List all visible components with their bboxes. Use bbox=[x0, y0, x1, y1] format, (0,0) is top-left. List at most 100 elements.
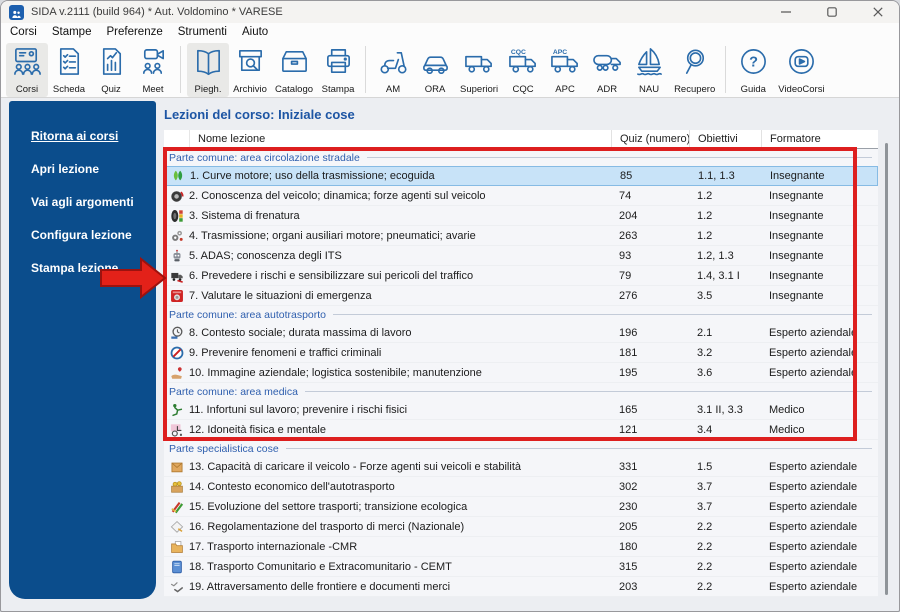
lesson-row[interactable]: 6. Prevedere i rischi e sensibilizzare s… bbox=[164, 266, 878, 286]
lesson-row[interactable]: 13. Capacità di caricare il veicolo - Fo… bbox=[164, 457, 878, 477]
lesson-obiettivi: 2.2 bbox=[697, 540, 713, 553]
lesson-name: 6. Prevedere i rischi e sensibilizzare s… bbox=[189, 269, 474, 282]
scooter-icon bbox=[378, 45, 409, 77]
toolbar-button-guida[interactable]: ? Guida bbox=[732, 43, 774, 97]
toolbar-button-piegh[interactable]: Piegh. bbox=[187, 43, 229, 97]
toolbar-button-videocorsi[interactable]: VideoCorsi bbox=[774, 43, 828, 97]
physical-training-icon bbox=[164, 403, 189, 417]
lesson-row[interactable]: 4. Trasmissione; organi ausiliari motore… bbox=[164, 226, 878, 246]
lesson-row[interactable]: 2. Conoscenza del veicolo; dinamica; for… bbox=[164, 186, 878, 206]
lesson-quiz-count: 315 bbox=[619, 560, 638, 573]
lesson-name: 7. Valutare le situazioni di emergenza bbox=[189, 289, 372, 302]
toolbar-button-quiz[interactable]: Quiz bbox=[90, 43, 132, 97]
toolbar-divider bbox=[365, 46, 367, 93]
lesson-quiz-count: 263 bbox=[619, 229, 638, 242]
lesson-obiettivi: 1.5 bbox=[697, 460, 713, 473]
lesson-row[interactable]: 19. Attraversamento delle frontiere e do… bbox=[164, 577, 878, 597]
lesson-row[interactable]: 14. Contesto economico dell'autotrasport… bbox=[164, 477, 878, 497]
lesson-name: 14. Contesto economico dell'autotrasport… bbox=[189, 480, 395, 493]
lesson-obiettivi: 3.4 bbox=[697, 423, 713, 436]
toolbar-button-stampa[interactable]: Stampa bbox=[317, 43, 359, 97]
toolbar-button-catalogo[interactable]: Catalogo bbox=[271, 43, 317, 97]
video-meeting-icon bbox=[138, 45, 169, 77]
toolbar-button-ora[interactable]: ORA bbox=[414, 43, 456, 97]
lesson-formatore: Esperto aziendale bbox=[769, 560, 858, 573]
section-label: Parte comune: area medica bbox=[169, 385, 298, 398]
car-icon bbox=[420, 45, 451, 77]
toolbar-button-meet[interactable]: Meet bbox=[132, 43, 174, 97]
toolbar-button-superiori[interactable]: Superiori bbox=[456, 43, 502, 97]
toolbar-button-adr[interactable]: ADR bbox=[586, 43, 628, 97]
tire-traffic-light-icon bbox=[164, 209, 189, 223]
toolbar-button-apc[interactable]: APC APC bbox=[544, 43, 586, 97]
toolbar-button-label: Catalogo bbox=[275, 84, 314, 95]
lesson-obiettivi: 3.7 bbox=[697, 480, 713, 493]
toolbar-button-recupero[interactable]: Recupero bbox=[670, 43, 719, 97]
lesson-row[interactable]: 3. Sistema di frenatura 204 1.2 Insegnante bbox=[164, 206, 878, 226]
lesson-row[interactable]: 1. Curve motore; uso della trasmissione;… bbox=[164, 166, 878, 186]
lesson-row[interactable]: 8. Contesto sociale; durata massima di l… bbox=[164, 323, 878, 343]
sidebar-item-configura-lezione[interactable]: Configura lezione bbox=[9, 218, 156, 251]
table-header: Nome lezione Quiz (numero) Obiettivi For… bbox=[164, 130, 878, 149]
lesson-row[interactable]: 15. Evoluzione del settore trasporti; tr… bbox=[164, 497, 878, 517]
section-divider-line bbox=[366, 157, 872, 158]
video-play-circle-icon bbox=[786, 45, 817, 77]
toolbar-button-label: Recupero bbox=[674, 84, 716, 95]
menu-item-stampe[interactable]: Stampe bbox=[52, 26, 92, 38]
lesson-row[interactable]: 11. Infortuni sul lavoro; prevenire i ri… bbox=[164, 400, 878, 420]
lesson-row[interactable]: 16. Regolamentazione del trasporto di me… bbox=[164, 517, 878, 537]
menu-item-strumenti[interactable]: Strumenti bbox=[178, 26, 227, 38]
menu-item-preferenze[interactable]: Preferenze bbox=[106, 26, 162, 38]
sidebar-item-ritorna-ai-corsi[interactable]: Ritorna ai corsi bbox=[9, 119, 156, 152]
lesson-row[interactable]: 5. ADAS; conoscenza degli ITS 93 1.2, 1.3 I… bbox=[164, 246, 878, 266]
wheelchair-icon bbox=[164, 423, 189, 437]
lesson-name: 15. Evoluzione del settore trasporti; tr… bbox=[189, 500, 468, 513]
sidebar-item-stampa-lezione[interactable]: Stampa lezione bbox=[9, 251, 156, 284]
lesson-row[interactable]: 17. Trasporto internazionale -CMR 180 2.2 E… bbox=[164, 537, 878, 557]
lesson-name: 1. Curve motore; uso della trasmissione;… bbox=[190, 170, 435, 182]
maximize-button[interactable] bbox=[821, 3, 843, 21]
section-divider-line bbox=[333, 314, 872, 315]
lesson-row[interactable]: 12. Idoneità fisica e mentale 121 3.4 Medic… bbox=[164, 420, 878, 440]
lesson-row[interactable]: 9. Prevenire fenomeni e traffici crimina… bbox=[164, 343, 878, 363]
lesson-obiettivi: 2.1 bbox=[697, 326, 713, 339]
toolbar-button-label: Meet bbox=[142, 84, 164, 95]
lesson-row[interactable]: 10. Immagine aziendale; logistica sosten… bbox=[164, 363, 878, 383]
toolbar-button-nau[interactable]: NAU bbox=[628, 43, 670, 97]
column-header-formatore[interactable]: Formatore bbox=[761, 130, 878, 148]
toolbar-button-cqc[interactable]: CQC CQC bbox=[502, 43, 544, 97]
column-header-quiz-numero[interactable]: Quiz (numero) bbox=[611, 130, 690, 148]
lesson-obiettivi: 3.5 bbox=[697, 289, 713, 302]
toolbar-button-corsi[interactable]: Corsi bbox=[6, 43, 48, 97]
lesson-quiz-count: 302 bbox=[619, 480, 638, 493]
sidebar-item-vai-agli-argomenti[interactable]: Vai agli argomenti bbox=[9, 185, 156, 218]
title-bar: SIDA v.2111 (build 964) * Aut. Voldomino… bbox=[1, 1, 899, 23]
section-label: Parte comune: area circolazione stradale bbox=[169, 151, 360, 164]
lesson-obiettivi: 3.6 bbox=[697, 366, 713, 379]
minimize-button[interactable] bbox=[775, 3, 797, 21]
column-header-nome-lezione[interactable]: Nome lezione bbox=[189, 130, 611, 148]
menu-item-corsi[interactable]: Corsi bbox=[10, 26, 37, 38]
toolbar-button-scheda[interactable]: Scheda bbox=[48, 43, 90, 97]
menu-item-aiuto[interactable]: Aiuto bbox=[242, 26, 268, 38]
section-label: Parte comune: area autotrasporto bbox=[169, 308, 327, 321]
lesson-obiettivi: 1.1, 1.3 bbox=[698, 170, 735, 182]
sidebar-item-apri-lezione[interactable]: Apri lezione bbox=[9, 152, 156, 185]
lesson-name: 2. Conoscenza del veicolo; dinamica; for… bbox=[189, 189, 486, 202]
lesson-formatore: Insegnante bbox=[770, 170, 825, 182]
lesson-row[interactable]: 18. Trasporto Comunitario e Extracomunit… bbox=[164, 557, 878, 577]
lesson-table: Parte comune: area circolazione stradale… bbox=[164, 149, 878, 597]
lesson-name: 17. Trasporto internazionale -CMR bbox=[189, 540, 358, 553]
toolbar-button-label: AM bbox=[385, 84, 401, 95]
window-controls bbox=[775, 1, 889, 23]
section-header-parte-specialistica-cose: Parte specialistica cose bbox=[164, 440, 878, 457]
emergency-alarm-icon bbox=[164, 289, 189, 303]
lesson-name: 11. Infortuni sul lavoro; prevenire i ri… bbox=[189, 403, 408, 416]
lesson-row[interactable]: 7. Valutare le situazioni di emergenza 27… bbox=[164, 286, 878, 306]
magnifier-icon bbox=[679, 45, 710, 77]
close-button[interactable] bbox=[867, 3, 889, 21]
toolbar-button-archivio[interactable]: Archivio bbox=[229, 43, 271, 97]
toolbar-button-am[interactable]: AM bbox=[372, 43, 414, 97]
vertical-scrollbar[interactable] bbox=[885, 143, 888, 595]
column-header-obiettivi[interactable]: Obiettivi bbox=[689, 130, 761, 148]
